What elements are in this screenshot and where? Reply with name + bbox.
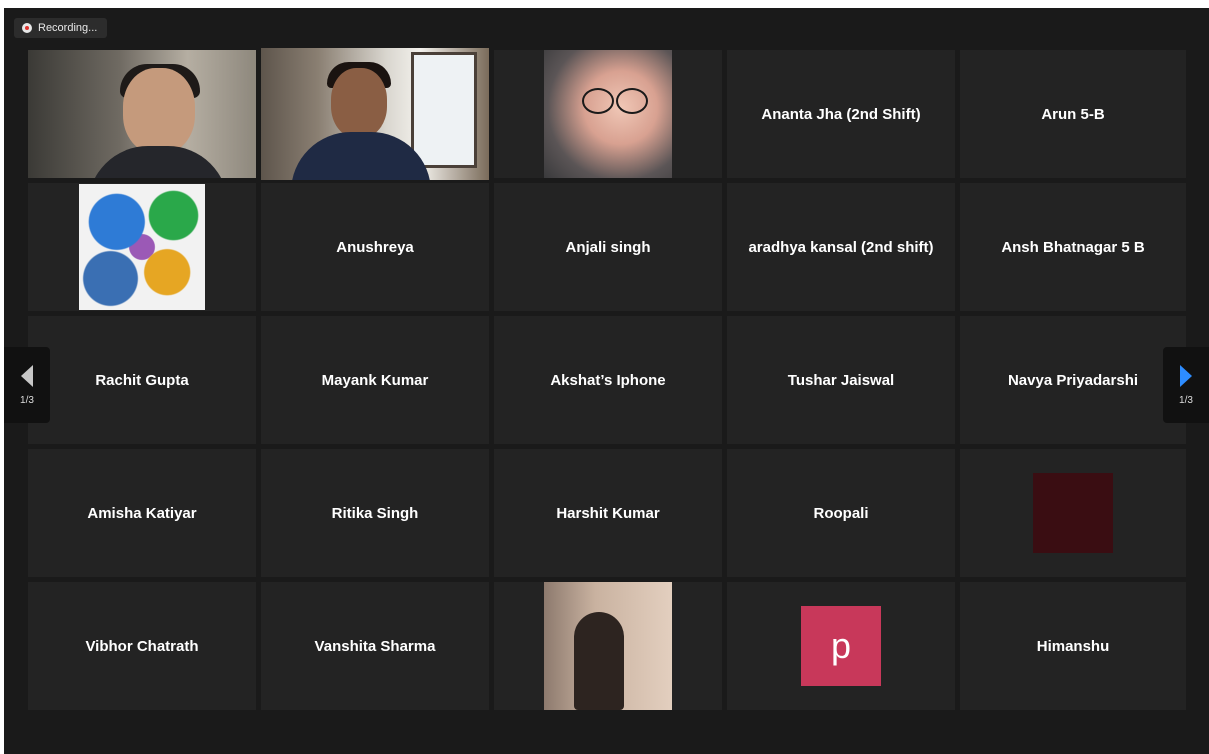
participant-name: Ritika Singh xyxy=(331,504,419,522)
participant-name: Himanshu xyxy=(1036,637,1110,655)
participant-name: Tushar Jaiswal xyxy=(787,371,895,389)
video-tile-active-speaker[interactable] xyxy=(261,48,489,180)
participant-video xyxy=(261,48,489,180)
participant-name: Roopali xyxy=(813,504,869,522)
participant-name: Vibhor Chatrath xyxy=(85,637,199,655)
participant-tile[interactable]: Navya Priyadarshi xyxy=(960,316,1186,444)
participant-tile[interactable]: Vibhor Chatrath xyxy=(28,582,256,710)
participant-tile[interactable]: Akshat’s Iphone xyxy=(494,316,722,444)
profile-picture xyxy=(544,50,672,178)
participant-name: aradhya kansal (2nd shift) xyxy=(748,238,934,256)
chevron-right-icon xyxy=(1180,364,1192,387)
participant-tile[interactable]: Himanshu xyxy=(960,582,1186,710)
participant-tile[interactable]: Tushar Jaiswal xyxy=(727,316,955,444)
participant-tile[interactable]: Anushreya xyxy=(261,183,489,311)
participant-name: Harshit Kumar xyxy=(556,504,660,522)
gallery-grid: Ananta Jha (2nd Shift) Arun 5-B Anushrey… xyxy=(4,8,1209,754)
participant-name: Anushreya xyxy=(336,238,414,256)
participant-name: Amisha Katiyar xyxy=(87,504,197,522)
participant-tile[interactable]: Ritika Singh xyxy=(261,449,489,577)
participant-tile[interactable]: Anjali singh xyxy=(494,183,722,311)
chevron-left-icon xyxy=(21,364,33,387)
avatar: p xyxy=(801,606,881,686)
video-tile[interactable] xyxy=(28,50,256,178)
meeting-window: Recording... Ananta Jha (2nd Shift) Arun… xyxy=(4,8,1209,754)
participant-name: Navya Priyadarshi xyxy=(1007,371,1139,389)
participant-tile[interactable]: Ananta Jha (2nd Shift) xyxy=(727,50,955,178)
page-indicator-right: 1/3 xyxy=(1179,394,1193,406)
participant-name: Akshat’s Iphone xyxy=(550,371,666,389)
participant-name: Ananta Jha (2nd Shift) xyxy=(761,105,921,123)
video-tile[interactable] xyxy=(28,183,256,311)
participant-name: Rachit Gupta xyxy=(95,371,189,389)
next-page-button[interactable]: 1/3 xyxy=(1163,347,1209,423)
participant-tile[interactable]: Mayank Kumar xyxy=(261,316,489,444)
profile-picture xyxy=(79,184,205,310)
previous-page-button[interactable]: 1/3 xyxy=(4,347,50,423)
participant-tile[interactable]: Arun 5-B xyxy=(960,50,1186,178)
participant-tile[interactable]: aradhya kansal (2nd shift) xyxy=(727,183,955,311)
participant-name: Mayank Kumar xyxy=(321,371,429,389)
participant-tile[interactable]: Amisha Katiyar xyxy=(28,449,256,577)
profile-picture xyxy=(544,582,672,710)
participant-tile[interactable]: Rachit Gupta xyxy=(28,316,256,444)
participant-name: Vanshita Sharma xyxy=(314,637,436,655)
participant-video xyxy=(28,50,256,178)
participant-name: Arun 5-B xyxy=(1041,105,1105,123)
participant-tile[interactable]: Roopali xyxy=(727,449,955,577)
profile-picture xyxy=(1033,473,1113,553)
participant-tile[interactable]: Ansh Bhatnagar 5 B xyxy=(960,183,1186,311)
participant-tile[interactable]: Harshit Kumar xyxy=(494,449,722,577)
participant-tile[interactable]: p xyxy=(727,582,955,710)
participant-name: Anjali singh xyxy=(565,238,651,256)
participant-name: Ansh Bhatnagar 5 B xyxy=(1001,238,1145,256)
video-tile[interactable] xyxy=(960,449,1186,577)
page-indicator-left: 1/3 xyxy=(20,394,34,406)
video-tile[interactable] xyxy=(494,582,722,710)
participant-tile[interactable]: Vanshita Sharma xyxy=(261,582,489,710)
video-tile[interactable] xyxy=(494,50,722,178)
